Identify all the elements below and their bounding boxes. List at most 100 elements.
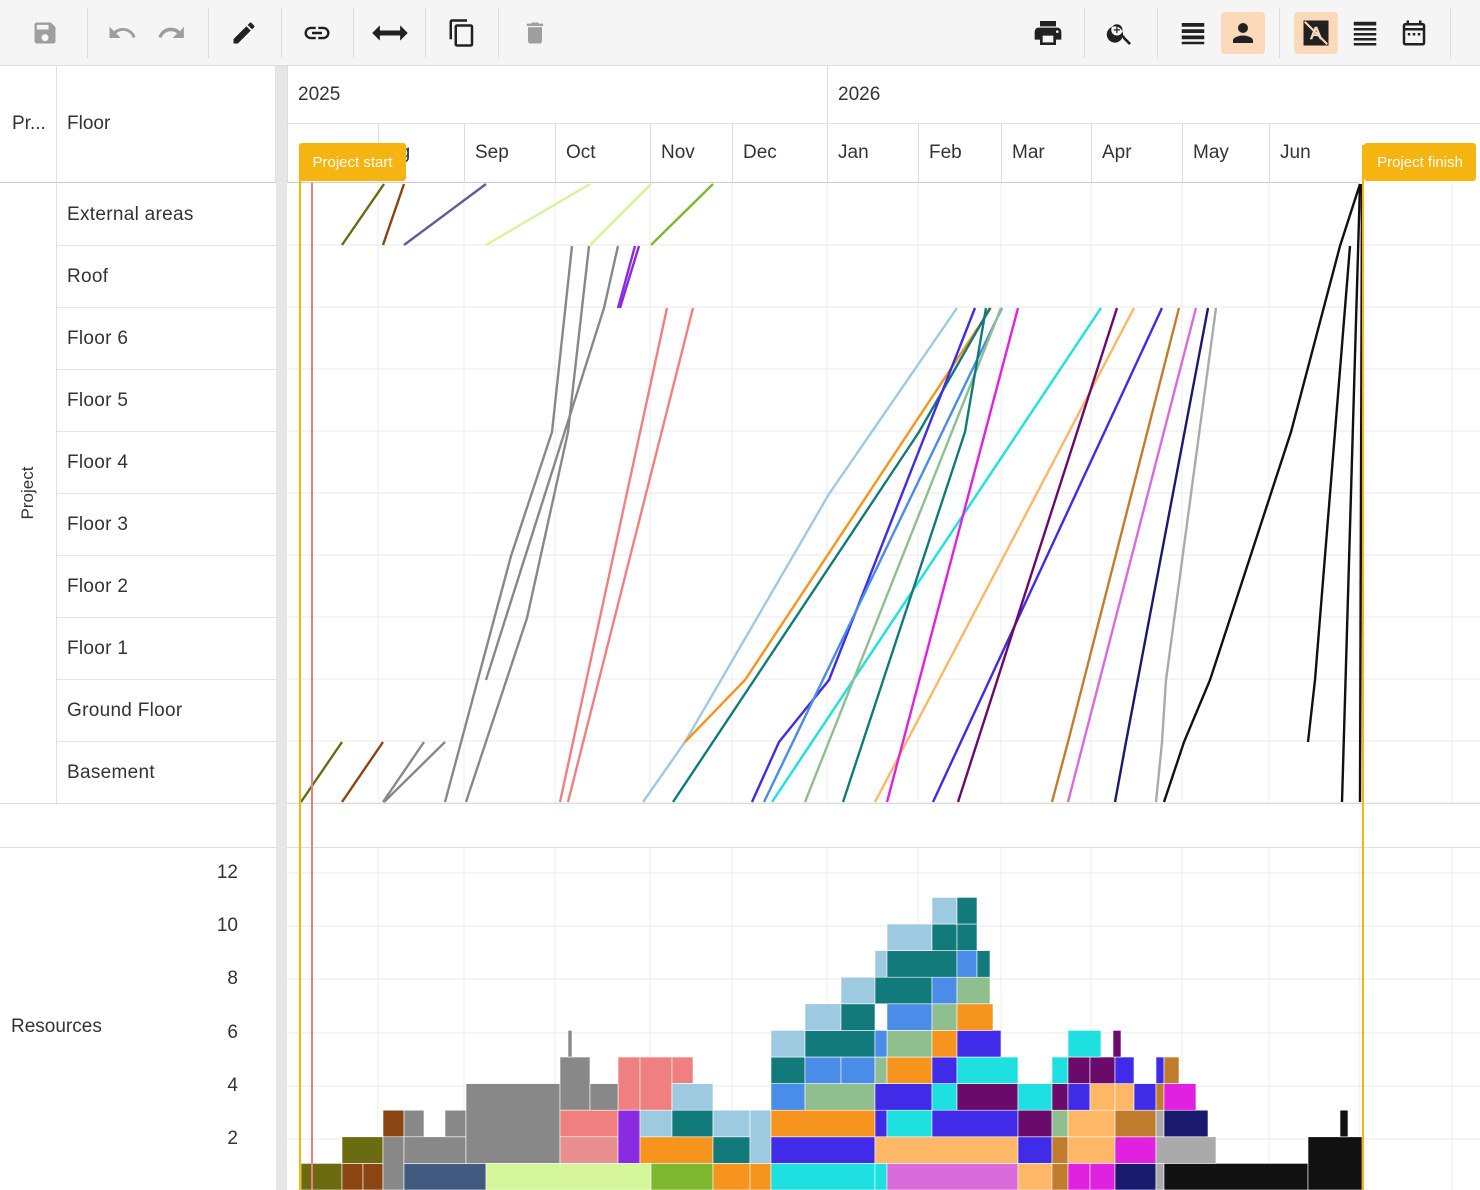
timeline-month: Mar xyxy=(1001,124,1091,183)
resource-block xyxy=(770,1136,876,1164)
floor-row-label[interactable]: External areas xyxy=(57,184,276,246)
copy-icon[interactable] xyxy=(440,12,484,54)
project-column-header[interactable]: Pr... xyxy=(0,66,57,183)
resources-label: Resources xyxy=(11,1016,102,1037)
resource-block xyxy=(444,1109,467,1138)
resource-block xyxy=(931,1109,1019,1138)
arrows-horizontal-icon[interactable] xyxy=(368,12,412,54)
activity-flowline[interactable] xyxy=(1306,245,1352,743)
resource-block xyxy=(804,1030,876,1058)
activity-flowline[interactable] xyxy=(383,741,446,803)
floor-row-label[interactable]: Floor 5 xyxy=(57,370,276,432)
resource-block xyxy=(1155,1083,1165,1111)
floor-row-label[interactable]: Floor 4 xyxy=(57,432,276,494)
list-icon[interactable] xyxy=(1171,12,1215,54)
resource-block xyxy=(770,1163,876,1190)
floor-row-label[interactable]: Floor 3 xyxy=(57,494,276,556)
resource-block xyxy=(931,923,958,951)
undo-icon[interactable] xyxy=(100,12,144,54)
resource-block xyxy=(1017,1136,1053,1164)
resource-block xyxy=(639,1056,673,1111)
resource-block xyxy=(1114,1163,1157,1190)
activity-flowline[interactable] xyxy=(616,245,637,309)
timeline-year: 2025 xyxy=(287,66,827,124)
timeline-month: Feb xyxy=(918,124,1001,183)
resource-block xyxy=(931,976,958,1005)
project-finish-line xyxy=(1362,145,1364,1190)
resource-block xyxy=(1155,1163,1165,1190)
resource-block xyxy=(840,1056,876,1084)
floor-row-label[interactable]: Floor 1 xyxy=(57,618,276,680)
floor-row-label[interactable]: Basement xyxy=(57,742,276,804)
resource-axis-tick: 6 xyxy=(227,1022,238,1043)
link-icon[interactable] xyxy=(295,12,339,54)
resource-block xyxy=(886,1056,933,1084)
resource-block xyxy=(1089,1163,1116,1190)
activity-flowline[interactable] xyxy=(484,245,620,681)
toolbar xyxy=(0,0,1480,66)
resource-block xyxy=(639,1109,673,1138)
pencil-icon[interactable] xyxy=(222,12,266,54)
project-start-line xyxy=(299,145,301,1190)
timeline-month: Nov xyxy=(650,124,732,183)
resource-block xyxy=(617,1109,641,1164)
resource-block xyxy=(840,976,876,1005)
activity-flowline[interactable] xyxy=(485,183,591,247)
floor-row-label[interactable]: Floor 2 xyxy=(57,556,276,618)
resource-axis-tick: 10 xyxy=(216,915,238,936)
floor-row-label[interactable]: Floor 6 xyxy=(57,308,276,370)
resource-block xyxy=(1133,1083,1157,1111)
activity-flowline[interactable] xyxy=(650,183,714,246)
resource-block xyxy=(341,1163,364,1190)
floor-column-header[interactable]: Floor xyxy=(57,66,276,183)
timeline-month: Dec xyxy=(732,124,827,183)
activity-flowline[interactable] xyxy=(464,245,591,803)
print-icon[interactable] xyxy=(1026,12,1070,54)
activity-flowline[interactable] xyxy=(300,741,343,803)
calendar-icon[interactable] xyxy=(1392,12,1436,54)
resource-block xyxy=(712,1109,751,1138)
list-compact-icon[interactable] xyxy=(1343,12,1387,54)
resource-block xyxy=(804,1083,876,1111)
activity-flowline[interactable] xyxy=(618,245,641,309)
activity-flowline[interactable] xyxy=(381,183,406,246)
timeline-month: Oct xyxy=(555,124,650,183)
resource-block xyxy=(671,1056,694,1084)
resource-block xyxy=(1114,1109,1157,1138)
resource-block xyxy=(1112,1030,1122,1058)
resource-block xyxy=(382,1136,405,1190)
project-column-label: Pr... xyxy=(12,113,46,134)
resource-block xyxy=(956,1030,1002,1058)
timeline-month: Apr xyxy=(1091,124,1182,183)
activity-flowline[interactable] xyxy=(589,183,652,246)
resource-block xyxy=(1163,1083,1197,1111)
project-finish-flag[interactable]: Project finish xyxy=(1364,143,1476,181)
resource-block xyxy=(956,897,978,925)
resource-block xyxy=(1067,1030,1102,1058)
activity-flowline[interactable] xyxy=(403,183,487,246)
project-start-flag[interactable]: Project start xyxy=(299,143,406,181)
resource-axis-tick: 2 xyxy=(227,1128,238,1149)
resource-block xyxy=(1067,1163,1091,1190)
activity-flowline[interactable] xyxy=(341,741,384,803)
redo-icon[interactable] xyxy=(150,12,194,54)
floor-row-label[interactable]: Ground Floor xyxy=(57,680,276,742)
flowline-chart[interactable] xyxy=(287,183,1480,803)
resource-block xyxy=(976,950,991,978)
trash-icon[interactable] xyxy=(513,12,557,54)
vertical-splitter[interactable] xyxy=(276,66,287,1190)
resource-block xyxy=(1307,1136,1363,1190)
resource-block xyxy=(956,1083,1019,1111)
activity-flowline[interactable] xyxy=(382,741,425,803)
floor-row-label[interactable]: Roof xyxy=(57,246,276,308)
resource-block xyxy=(382,1109,405,1138)
no-text-icon[interactable] xyxy=(1294,12,1338,54)
resource-block xyxy=(956,976,991,1005)
person-icon[interactable] xyxy=(1221,12,1265,54)
zoom-in-icon[interactable] xyxy=(1098,12,1142,54)
resource-block xyxy=(874,1056,888,1084)
resource-block xyxy=(1017,1109,1053,1138)
timeline-month: Jun xyxy=(1269,124,1359,183)
save-icon[interactable] xyxy=(23,12,67,54)
activity-flowline[interactable] xyxy=(684,307,993,743)
